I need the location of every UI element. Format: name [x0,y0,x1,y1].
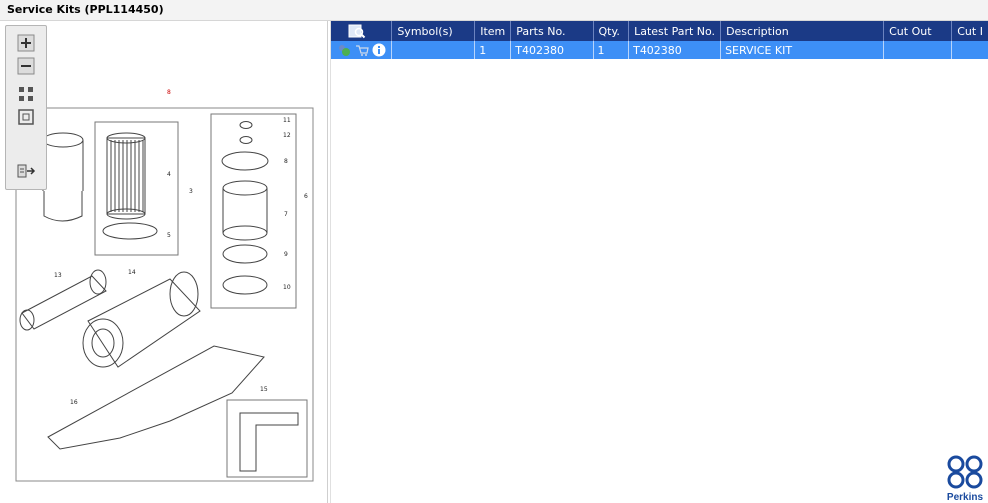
fit-page-button[interactable] [16,84,36,104]
svg-text:3: 3 [189,188,193,195]
column-header-description[interactable]: Description [720,21,885,41]
cell-parts-no: T402380 [510,41,594,59]
row-actions-cell [331,41,393,59]
svg-text:14: 14 [128,269,136,276]
window-title: Service Kits (PPL114450) [7,3,164,16]
svg-text:16: 16 [70,399,78,406]
column-header-symbols[interactable]: Symbol(s) [391,21,476,41]
svg-text:4: 4 [167,171,171,178]
column-header-tools[interactable] [331,21,393,41]
perkins-logo: Perkins [946,455,984,503]
svg-text:8: 8 [284,158,288,165]
cell-cut-out [883,41,953,59]
parts-list-panel: Symbol(s) Item Parts No. Qty. Latest Par… [330,21,988,503]
export-icon [17,164,36,178]
add-to-list-icon[interactable] [337,43,351,57]
column-header-qty[interactable]: Qty. [593,21,630,41]
svg-text:9: 9 [284,251,288,258]
perkins-logo-text: Perkins [946,492,984,503]
svg-text:5: 5 [167,232,171,239]
perkins-logo-icon [947,455,983,489]
svg-text:15: 15 [260,386,268,393]
zoom-in-button[interactable] [16,33,36,53]
svg-text:12: 12 [283,132,291,139]
callout-marker: 8 [167,89,171,96]
diagram-panel[interactable]: 8 11 12 8 6 4 3 7 5 9 10 13 14 16 15 [0,21,328,503]
find-icon [348,24,366,39]
parts-table: Symbol(s) Item Parts No. Qty. Latest Par… [331,21,988,59]
table-row[interactable]: 1 T402380 1 T402380 SERVICE KIT [331,41,988,59]
cell-latest-part-no: T402380 [628,41,722,59]
square-icon [18,109,34,125]
export-button[interactable] [16,161,36,181]
column-header-cut-out[interactable]: Cut Out [883,21,953,41]
zoom-toolbar [5,25,47,190]
column-header-parts-no[interactable]: Parts No. [510,21,594,41]
svg-text:10: 10 [283,284,291,291]
svg-text:13: 13 [54,272,62,279]
cell-description: SERVICE KIT [720,41,885,59]
table-header-row: Symbol(s) Item Parts No. Qty. Latest Par… [331,21,988,41]
plus-icon [17,34,35,52]
svg-text:11: 11 [283,117,291,124]
svg-text:6: 6 [304,193,308,200]
column-header-latest-part-no[interactable]: Latest Part No. [628,21,722,41]
column-header-cut-in[interactable]: Cut I [951,21,988,41]
cell-symbols [391,41,476,59]
zoom-out-button[interactable] [16,56,36,76]
parts-diagram: 8 11 12 8 6 4 3 7 5 9 10 13 14 16 15 [15,89,314,482]
cell-cut-in [951,41,988,59]
column-header-item[interactable]: Item [474,21,512,41]
minus-icon [17,57,35,75]
cart-icon[interactable] [355,43,369,57]
svg-text:7: 7 [284,211,288,218]
info-icon[interactable] [372,43,386,57]
cell-item: 1 [474,41,512,59]
cell-qty: 1 [593,41,630,59]
window-title-bar: Service Kits (PPL114450) [0,0,988,21]
actual-size-button[interactable] [16,107,36,127]
grid-icon [19,87,33,101]
